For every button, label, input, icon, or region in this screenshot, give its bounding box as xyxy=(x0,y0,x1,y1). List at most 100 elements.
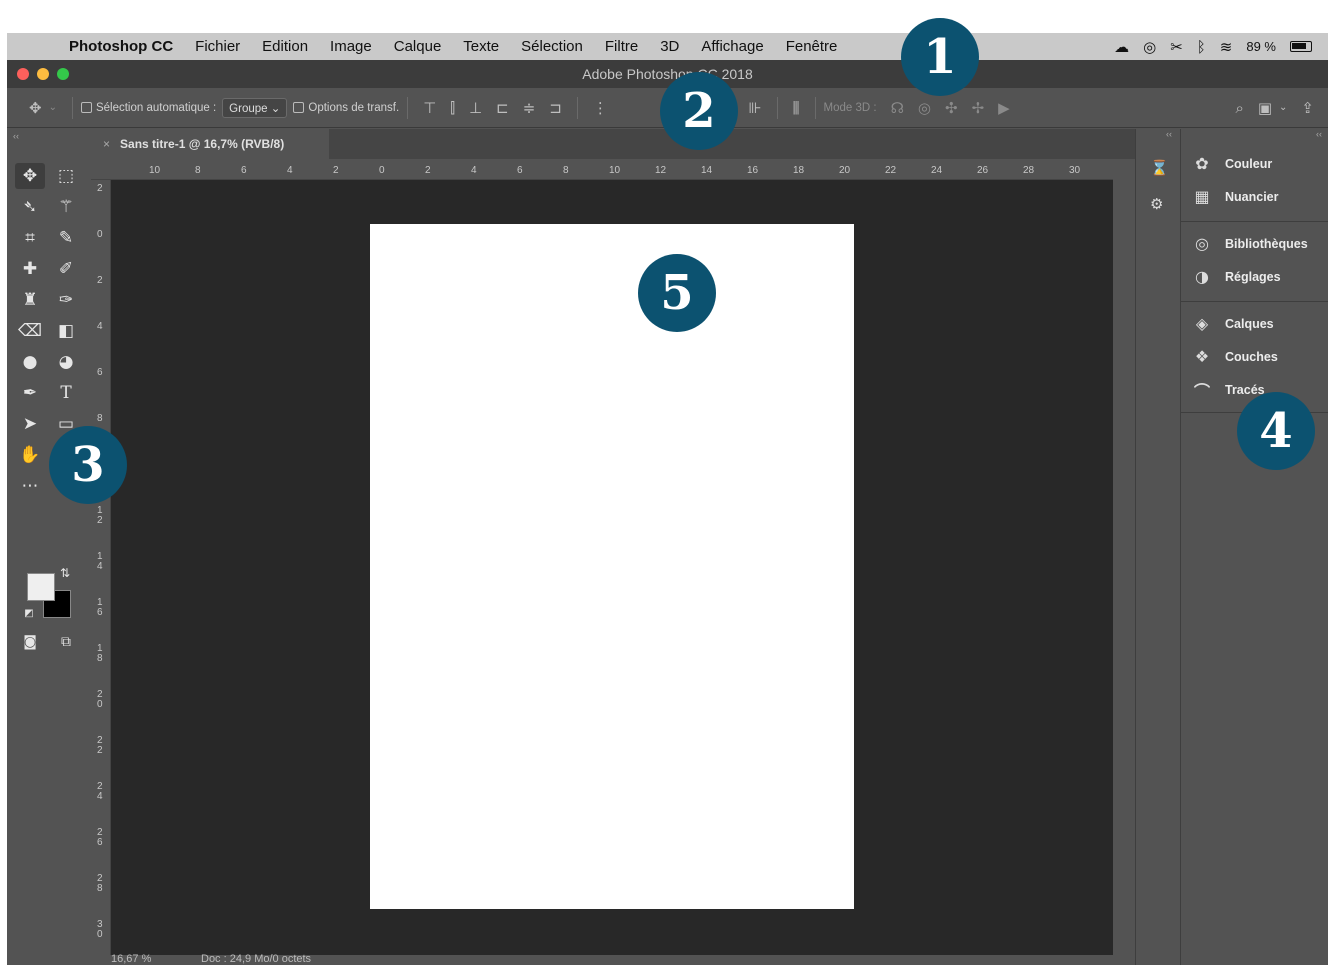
lasso-tool-icon[interactable]: ➴ xyxy=(15,194,45,220)
workspace-chevron-icon[interactable]: ⌄ xyxy=(1279,102,1287,113)
align-horizontal-center-icon[interactable]: ≑ xyxy=(523,99,536,117)
move-tool-icon[interactable]: ✥ xyxy=(29,99,42,117)
edit-toolbar-icon[interactable]: ⋯ xyxy=(15,473,45,499)
align-vertical-center-icon[interactable]: ⫿ xyxy=(450,99,455,117)
magic-wand-tool-icon[interactable]: ⚚ xyxy=(51,194,81,220)
blur-tool-icon[interactable]: ● xyxy=(15,349,45,375)
ruler-tick-label: 6 xyxy=(97,367,103,378)
clone-stamp-tool-icon[interactable]: ♜ xyxy=(15,287,45,313)
properties-panel-icon[interactable]: ⚙ xyxy=(1150,195,1163,213)
tool-preset-chevron-icon[interactable]: ⌄ xyxy=(49,102,57,113)
menu-fichier[interactable]: Fichier xyxy=(195,38,240,55)
vertical-ruler[interactable]: 2024681 01 21 41 61 82 02 22 42 62 83 0 xyxy=(91,180,111,955)
auto-select-dropdown[interactable]: Groupe ⌄ xyxy=(222,97,288,118)
menu-texte[interactable]: Texte xyxy=(463,38,499,55)
auto-select-checkbox[interactable] xyxy=(80,102,92,113)
healing-brush-tool-icon[interactable]: ✚ xyxy=(15,256,45,282)
transform-controls-label: Options de transf. xyxy=(308,101,400,114)
minimize-window-button[interactable] xyxy=(37,68,49,80)
quick-mask-icon[interactable]: ◙ xyxy=(15,629,45,655)
transform-controls-checkbox[interactable] xyxy=(293,102,305,113)
creative-cloud-icon[interactable]: ◎ xyxy=(1143,38,1156,56)
apple-menu-icon[interactable] xyxy=(31,39,47,55)
drag-3d-icon[interactable]: ✣ xyxy=(945,99,958,117)
menu-edition[interactable]: Edition xyxy=(262,38,308,55)
distribute-right-icon[interactable]: ⊪ xyxy=(749,99,762,117)
close-window-button[interactable] xyxy=(17,68,29,80)
cloud-upload-icon[interactable]: ☁ xyxy=(1114,38,1129,56)
menu-filtre[interactable]: Filtre xyxy=(605,38,638,55)
mode-3d-label: Mode 3D : xyxy=(823,101,877,114)
move-tool-icon[interactable]: ✥ xyxy=(15,163,45,189)
eraser-tool-icon[interactable]: ⌫ xyxy=(15,318,45,344)
scale-3d-camera-icon[interactable]: ▶ xyxy=(998,99,1010,117)
panel-calques[interactable]: ◈ Calques xyxy=(1181,307,1328,340)
history-brush-tool-icon[interactable]: ✑ xyxy=(51,287,81,313)
menu-affichage[interactable]: Affichage xyxy=(701,38,763,55)
menu-image[interactable]: Image xyxy=(330,38,372,55)
type-tool-icon[interactable]: T xyxy=(51,380,81,406)
panel-couches[interactable]: ❖ Couches xyxy=(1181,340,1328,373)
pen-tool-icon[interactable]: ✒ xyxy=(15,380,45,406)
zoom-level[interactable]: 16,67 % xyxy=(111,953,151,965)
swap-colors-icon[interactable]: ⇅ xyxy=(57,565,73,581)
screen-mode-icon[interactable]: ⧉ xyxy=(51,629,81,655)
gradient-tool-icon[interactable]: ◧ xyxy=(51,318,81,344)
divider xyxy=(576,96,578,119)
document-info[interactable]: Doc : 24,9 Mo/0 octets xyxy=(201,953,311,965)
align-top-icon[interactable]: ⊤ xyxy=(423,99,436,117)
status-bar: 16,67 % Doc : 24,9 Mo/0 octets xyxy=(91,953,1135,965)
auto-align-layers-icon[interactable]: ⫼ xyxy=(793,99,800,117)
bluetooth-icon[interactable]: ᛒ xyxy=(1197,38,1206,56)
align-left-icon[interactable]: ⊏ xyxy=(496,99,509,117)
roll-3d-icon[interactable]: ◎ xyxy=(918,99,931,117)
workspace-switcher-icon[interactable]: ▣ xyxy=(1258,99,1272,117)
menu-photoshop[interactable]: Photoshop CC xyxy=(69,38,173,55)
align-right-icon[interactable]: ⊐ xyxy=(549,99,562,117)
dodge-tool-icon[interactable]: ◕ xyxy=(51,349,81,375)
default-colors-icon[interactable]: ◩ xyxy=(21,605,37,621)
distribute-top-icon[interactable]: ⋮ xyxy=(593,99,608,117)
marquee-tool-icon[interactable]: ⬚ xyxy=(51,163,81,189)
wifi-icon[interactable]: ≋ xyxy=(1220,38,1233,56)
battery-icon[interactable] xyxy=(1290,41,1312,52)
divider xyxy=(814,96,816,119)
history-panel-icon[interactable]: ⌛ xyxy=(1150,159,1169,177)
helper-app-icon[interactable]: ✂ xyxy=(1170,38,1183,56)
ruler-tick-label: 16 xyxy=(747,165,759,176)
eyedropper-tool-icon[interactable]: ✎ xyxy=(51,225,81,251)
menu-3d[interactable]: 3D xyxy=(660,38,679,55)
foreground-color-swatch[interactable] xyxy=(27,573,55,601)
crop-tool-icon[interactable]: ⌗ xyxy=(15,225,45,251)
panel-couleur[interactable]: ✿ Couleur xyxy=(1181,147,1328,180)
panel-label: Tracés xyxy=(1225,382,1265,397)
collapse-panel-icon[interactable]: ‹‹ xyxy=(13,131,19,141)
panel-reglages[interactable]: ◑ Réglages xyxy=(1181,260,1328,293)
menu-fenetre[interactable]: Fenêtre xyxy=(786,38,838,55)
search-icon[interactable]: ⌕ xyxy=(1235,99,1243,117)
panel-label: Couches xyxy=(1225,349,1278,364)
close-document-icon[interactable]: × xyxy=(103,137,110,151)
document-tab[interactable]: × Sans titre-1 @ 16,7% (RVB/8) xyxy=(91,129,329,159)
zoom-window-button[interactable] xyxy=(57,68,69,80)
callout-4-badge: 4 xyxy=(1237,392,1315,470)
collapse-dock-icon[interactable]: ‹‹ xyxy=(1166,129,1172,139)
panel-nuancier[interactable]: ▦ Nuancier xyxy=(1181,180,1328,213)
panel-bibliotheques[interactable]: ◎ Bibliothèques xyxy=(1181,227,1328,260)
canvas-area[interactable] xyxy=(111,180,1113,955)
align-bottom-icon[interactable]: ⊥ xyxy=(469,99,482,117)
collapse-panels-icon[interactable]: ‹‹ xyxy=(1316,129,1322,139)
panel-group-libraries: ◎ Bibliothèques ◑ Réglages xyxy=(1181,227,1328,293)
path-selection-tool-icon[interactable]: ➤ xyxy=(15,411,45,437)
horizontal-ruler[interactable]: 10 8 6 4 2 0 2 4 6 8 10 12 14 16 18 20 22 24 26 28 30 xyxy=(91,159,1113,180)
orbit-3d-icon[interactable]: ☊ xyxy=(891,99,904,117)
menu-selection[interactable]: Sélection xyxy=(521,38,583,55)
ruler-tick-label: 12 xyxy=(655,165,667,176)
brush-tool-icon[interactable]: ✐ xyxy=(51,256,81,282)
slide-3d-icon[interactable]: ✢ xyxy=(972,99,985,117)
document-page[interactable] xyxy=(370,224,854,909)
hand-tool-icon[interactable]: ✋ xyxy=(15,442,45,468)
share-icon[interactable]: ⇪ xyxy=(1301,99,1314,117)
menu-calque[interactable]: Calque xyxy=(394,38,442,55)
ruler-tick-label: 1 4 xyxy=(97,551,103,572)
